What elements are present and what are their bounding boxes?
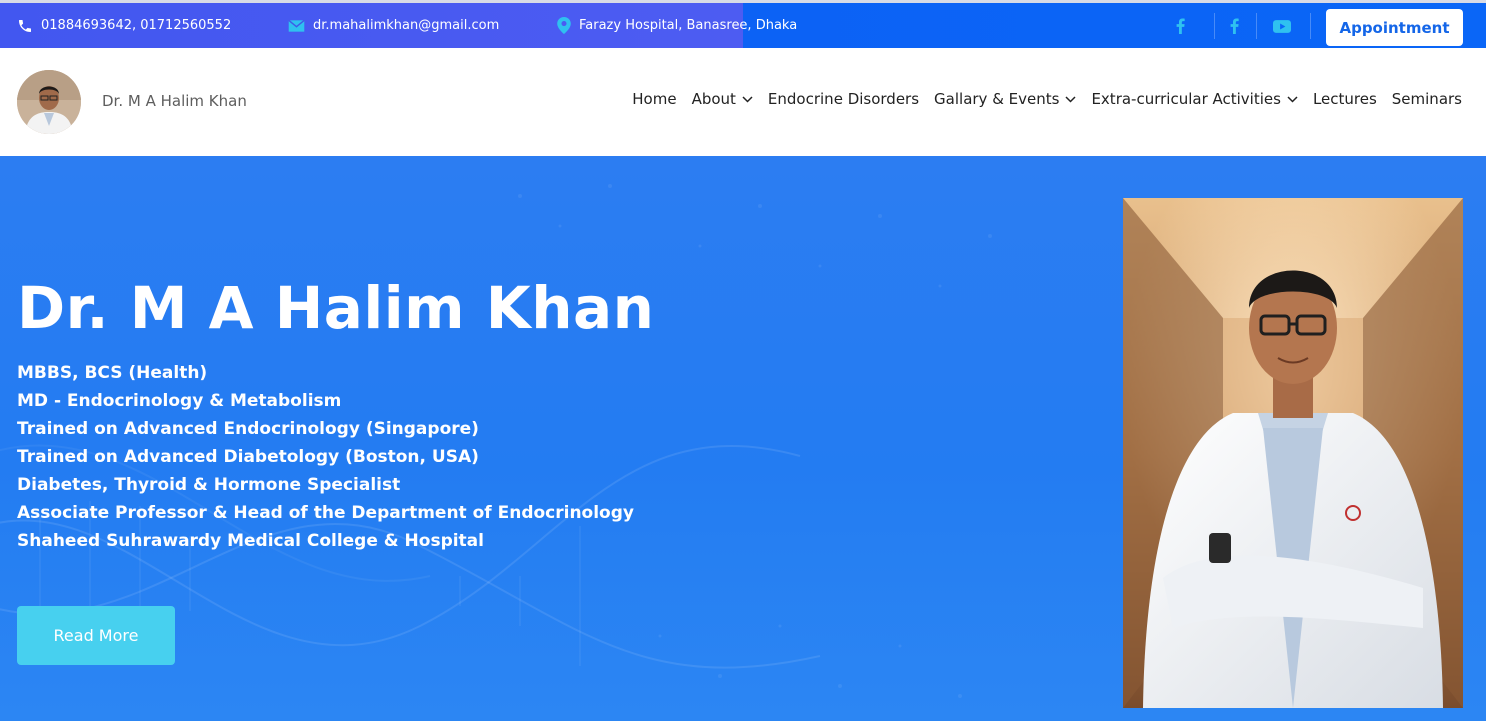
facebook-icon bbox=[1176, 18, 1185, 34]
hero-title: Dr. M A Halim Khan bbox=[17, 274, 655, 342]
nav-item-seminars[interactable]: Seminars bbox=[1392, 90, 1462, 108]
phone-text: 01884693642, 01712560552 bbox=[41, 18, 232, 33]
youtube-link[interactable] bbox=[1262, 11, 1302, 41]
nav-item-label: Home bbox=[632, 90, 677, 108]
top-contact-bar: 01884693642, 01712560552 dr.mahalimkhan@… bbox=[0, 0, 1486, 48]
appointment-button[interactable]: Appointment bbox=[1326, 9, 1463, 46]
main-nav: Home About Endocrine Disorders Gallary &… bbox=[617, 90, 1462, 108]
doctor-portrait bbox=[1123, 198, 1463, 708]
list-item: MBBS, BCS (Health) bbox=[17, 363, 208, 383]
doctor-portrait-image bbox=[1123, 198, 1463, 708]
location-text: Farazy Hospital, Banasree, Dhaka bbox=[579, 18, 798, 33]
read-more-button[interactable]: Read More bbox=[17, 606, 175, 665]
nav-item-endocrine-disorders[interactable]: Endocrine Disorders bbox=[768, 90, 919, 108]
chevron-down-icon bbox=[1065, 95, 1076, 103]
nav-item-label: Gallary & Events bbox=[934, 90, 1060, 108]
chevron-down-icon bbox=[742, 95, 753, 103]
social-divider bbox=[1256, 13, 1257, 39]
phone-contact[interactable]: 01884693642, 01712560552 bbox=[17, 3, 231, 48]
credentials-list: MBBS, BCS (Health) MD - Endocrinology & … bbox=[17, 359, 634, 555]
email-text: dr.mahalimkhan@gmail.com bbox=[313, 18, 500, 33]
nav-item-about[interactable]: About bbox=[692, 90, 753, 108]
social-divider bbox=[1310, 13, 1311, 39]
list-item: Trained on Advanced Diabetology (Boston,… bbox=[17, 447, 479, 467]
site-header: Dr. M A Halim Khan Home About Endocrine … bbox=[0, 48, 1486, 156]
list-item: Trained on Advanced Endocrinology (Singa… bbox=[17, 419, 479, 439]
list-item: Diabetes, Thyroid & Hormone Specialist bbox=[17, 475, 401, 495]
nav-item-label: Lectures bbox=[1312, 90, 1377, 108]
nav-item-label: Seminars bbox=[1391, 90, 1462, 108]
chevron-down-icon bbox=[1287, 95, 1298, 103]
nav-item-label: About bbox=[691, 90, 736, 108]
nav-item-home[interactable]: Home bbox=[632, 90, 676, 108]
nav-item-label: Endocrine Disorders bbox=[767, 90, 920, 108]
phone-icon bbox=[19, 19, 31, 32]
location-contact[interactable]: Farazy Hospital, Banasree, Dhaka bbox=[557, 3, 797, 48]
hero-section: Dr. M A Halim Khan MBBS, BCS (Health) MD… bbox=[0, 156, 1486, 721]
nav-item-lectures[interactable]: Lectures bbox=[1313, 90, 1377, 108]
facebook-icon bbox=[1230, 18, 1239, 34]
envelope-icon bbox=[288, 19, 305, 32]
facebook-link[interactable] bbox=[1160, 11, 1200, 41]
facebook-link[interactable] bbox=[1214, 11, 1254, 41]
email-contact[interactable]: dr.mahalimkhan@gmail.com bbox=[288, 3, 499, 48]
list-item: Shaheed Suhrawardy Medical College & Hos… bbox=[17, 531, 484, 551]
avatar[interactable] bbox=[17, 70, 81, 134]
youtube-icon bbox=[1273, 19, 1291, 33]
nav-item-extra-curricular[interactable]: Extra-curricular Activities bbox=[1091, 90, 1298, 108]
list-item: Associate Professor & Head of the Depart… bbox=[17, 503, 634, 523]
nav-item-gallary-events[interactable]: Gallary & Events bbox=[934, 90, 1076, 108]
map-pin-icon bbox=[557, 17, 571, 34]
list-item: MD - Endocrinology & Metabolism bbox=[17, 391, 342, 411]
nav-item-label: Extra-curricular Activities bbox=[1091, 90, 1281, 108]
site-name[interactable]: Dr. M A Halim Khan bbox=[102, 92, 247, 110]
doctor-avatar-image bbox=[17, 70, 81, 134]
